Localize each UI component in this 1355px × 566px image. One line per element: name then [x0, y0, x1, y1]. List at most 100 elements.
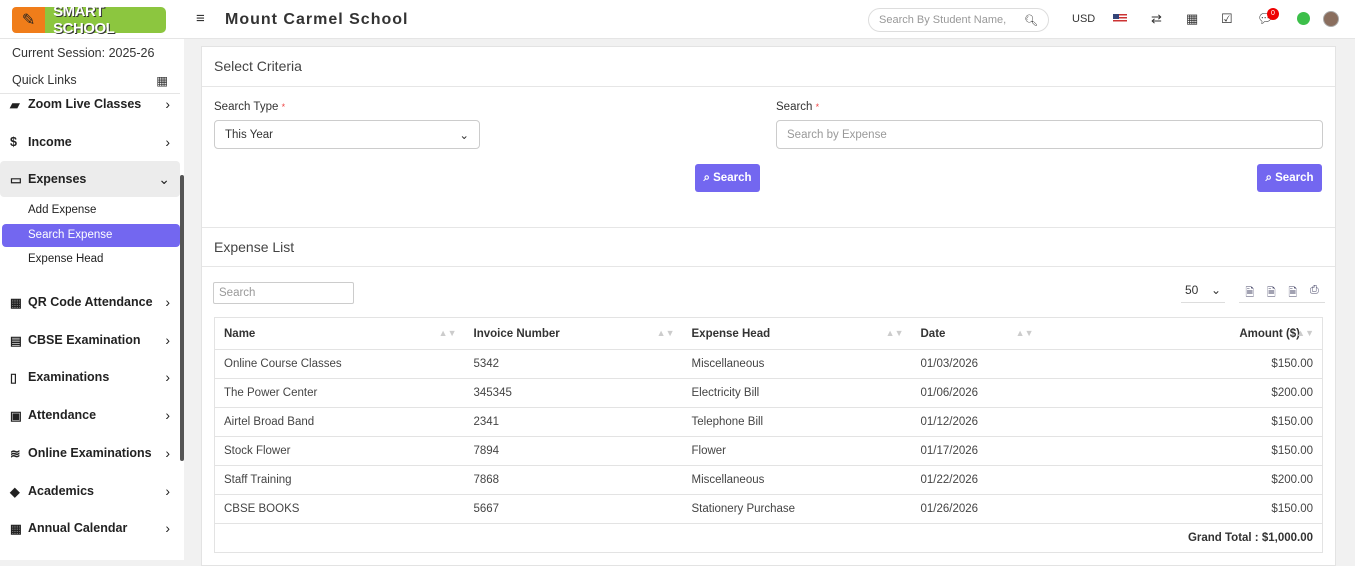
col-date[interactable]: Date ▲▼	[911, 317, 1042, 350]
sidebar-item-annual-calendar[interactable]: ▦ Annual Calendar ›	[0, 510, 180, 546]
cell-invoice: 5342	[464, 349, 683, 379]
cell-amount: $200.00	[1041, 378, 1323, 408]
sidebar-item-zoom-live-classes[interactable]: ▰ Zoom Live Classes ›	[0, 86, 180, 122]
expense-search-input[interactable]: Search by Expense	[776, 120, 1323, 149]
print-icon[interactable]: ⎙	[1310, 284, 1319, 302]
table-row: Staff Training 7868 Miscellaneous 01/22/202…	[214, 465, 1323, 495]
cell-name: Stock Flower	[214, 436, 465, 466]
cell-name: The Power Center	[214, 378, 465, 408]
sidebar-item-cbse-examination[interactable]: ▤ CBSE Examination ›	[0, 322, 180, 358]
book-icon: ✎	[12, 7, 46, 33]
notification-badge: 0	[1267, 8, 1279, 20]
cell-date: 01/06/2026	[911, 378, 1042, 408]
table-row: CBSE BOOKS 5667 Stationery Purchase 01/26/2…	[214, 494, 1323, 524]
task-check-icon[interactable]: ☑	[1221, 11, 1233, 27]
video-icon: ▰	[10, 97, 20, 112]
chevron-right-icon: ›	[165, 520, 170, 536]
sidebar-item-online-examinations[interactable]: ≋ Online Examinations ›	[0, 435, 180, 471]
chevron-right-icon: ›	[165, 369, 170, 385]
search-icon: ⌕	[703, 171, 714, 184]
expense-table: Name ▲▼ Invoice Number ▲▼ Expense Head ▲▼ D…	[214, 317, 1323, 553]
cell-invoice: 2341	[464, 407, 683, 437]
export-buttons: 🗎 🗎 🗎 ⎙	[1239, 284, 1325, 303]
sidebar-item-expenses[interactable]: ▭ Expenses ⌄	[0, 161, 180, 197]
chevron-right-icon: ›	[165, 483, 170, 499]
whatsapp-icon[interactable]	[1297, 12, 1310, 25]
select-criteria-title: Select Criteria	[202, 47, 1335, 87]
student-search-input[interactable]: Search By Student Name, 🔍︎	[868, 8, 1049, 32]
graduation-cap-icon: ◆	[10, 484, 20, 499]
menu-toggle-icon[interactable]: ≡	[196, 10, 205, 27]
table-row: Online Course Classes 5342 Miscellaneous 01…	[214, 349, 1323, 379]
cell-invoice: 345345	[464, 378, 683, 408]
cell-name: CBSE BOOKS	[214, 494, 465, 524]
cell-name: Online Course Classes	[214, 349, 465, 379]
cell-invoice: 5667	[464, 494, 683, 524]
table-row: Airtel Broad Band 2341 Telephone Bill 01/12…	[214, 407, 1323, 437]
cell-date: 01/22/2026	[911, 465, 1042, 495]
cell-date: 01/12/2026	[911, 407, 1042, 437]
top-header: ✎ SMART SCHOOL ≡ Mount Carmel School Sear…	[0, 0, 1355, 39]
calendar-icon: ▦	[10, 521, 22, 536]
chevron-right-icon: ›	[165, 332, 170, 348]
cell-date: 01/26/2026	[911, 494, 1042, 524]
sidebar-sub-expense-head[interactable]: Expense Head	[2, 248, 180, 271]
cell-expense-head: Telephone Bill	[682, 407, 912, 437]
currency-selector[interactable]: USD	[1072, 13, 1095, 25]
grand-total: Grand Total : $1,000.00	[214, 523, 1323, 553]
chevron-right-icon: ›	[165, 134, 170, 150]
cell-expense-head: Miscellaneous	[682, 349, 912, 379]
sidebar-item-attendance[interactable]: ▣ Attendance ›	[0, 397, 180, 433]
sidebar-item-qr-code-attendance[interactable]: ▦ QR Code Attendance ›	[0, 284, 180, 320]
search-label: Search *	[776, 101, 820, 113]
cell-name: Airtel Broad Band	[214, 407, 465, 437]
cell-expense-head: Stationery Purchase	[682, 494, 912, 524]
cell-date: 01/17/2026	[911, 436, 1042, 466]
cell-name: Staff Training	[214, 465, 465, 495]
expense-list-title: Expense List	[202, 227, 1335, 267]
main-panel: Select Criteria Search Type * This Year ⌄…	[201, 46, 1336, 566]
logo[interactable]: ✎ SMART SCHOOL	[12, 3, 166, 37]
search-type-button[interactable]: ⌕ Search	[695, 164, 760, 192]
map-icon: ▯	[10, 370, 17, 385]
sidebar-scrollbar[interactable]	[180, 175, 184, 461]
chevron-down-icon: ⌄	[158, 170, 170, 187]
school-name: Mount Carmel School	[225, 11, 409, 28]
us-flag-icon[interactable]	[1113, 14, 1127, 23]
csv-icon[interactable]: 🗎	[1267, 284, 1276, 302]
sidebar-item-academics[interactable]: ◆ Academics ›	[0, 473, 180, 509]
search-expense-button[interactable]: ⌕ Search	[1257, 164, 1322, 192]
avatar[interactable]	[1323, 11, 1339, 27]
cell-expense-head: Electricity Bill	[682, 378, 912, 408]
sidebar-item-examinations[interactable]: ▯ Examinations ›	[0, 359, 180, 395]
table-search-input[interactable]: Search	[213, 282, 354, 304]
pdf-icon[interactable]: 🗎	[1288, 284, 1297, 302]
document-icon: ▤	[10, 333, 22, 348]
credit-card-icon: ▭	[10, 172, 22, 187]
search-icon[interactable]: 🔍︎	[1024, 14, 1038, 27]
search-type-label: Search Type *	[214, 101, 286, 113]
col-invoice-number[interactable]: Invoice Number ▲▼	[464, 317, 683, 350]
chevron-right-icon: ›	[165, 407, 170, 423]
sidebar-item-income[interactable]: $ Income ›	[0, 124, 180, 160]
chevron-down-icon: ⌄	[459, 129, 469, 142]
search-type-select[interactable]: This Year ⌄	[214, 120, 480, 149]
table-row: Stock Flower 7894 Flower 01/17/2026 $150.00	[214, 436, 1323, 466]
cell-invoice: 7894	[464, 436, 683, 466]
col-name[interactable]: Name ▲▼	[214, 317, 465, 350]
calendar-icon[interactable]: ▦	[1186, 11, 1198, 27]
calendar-check-icon: ▣	[10, 408, 22, 423]
cell-amount: $150.00	[1041, 494, 1323, 524]
table-row: The Power Center 345345 Electricity Bill 01…	[214, 378, 1323, 408]
col-expense-head[interactable]: Expense Head ▲▼	[682, 317, 912, 350]
sidebar-sub-add-expense[interactable]: Add Expense	[2, 199, 180, 222]
cell-amount: $200.00	[1041, 465, 1323, 495]
search-icon: ⌕	[1265, 171, 1276, 184]
excel-icon[interactable]: 🗎	[1245, 284, 1254, 302]
sidebar-sub-search-expense[interactable]: Search Expense	[2, 224, 180, 247]
col-amount[interactable]: Amount ($) ▲▼	[1041, 317, 1323, 350]
current-session: Current Session: 2025-26	[12, 46, 155, 60]
switch-icon[interactable]: ⇄	[1151, 11, 1162, 27]
page-size-select[interactable]: 50 ⌄	[1181, 283, 1225, 303]
dollar-icon: $	[10, 135, 17, 149]
